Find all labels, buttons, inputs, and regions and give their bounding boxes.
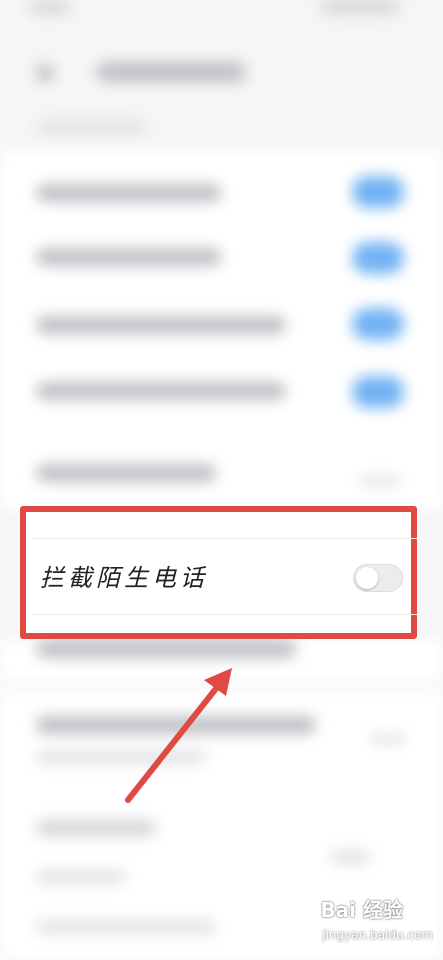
blurred-settings-background [0,0,443,960]
block-unknown-calls-row[interactable]: 拦截陌生电话 [40,558,403,598]
pointer-arrow-icon [125,668,232,803]
block-unknown-calls-toggle[interactable] [353,564,403,592]
highlight-box: 拦截陌生电话 [20,506,417,639]
baidu-jingyan-watermark: Bai 经验 jingyan.baidu.com [283,894,433,954]
block-unknown-calls-label: 拦截陌生电话 [40,564,208,592]
watermark-url: jingyan.baidu.com [322,928,433,942]
toggle-knob [356,567,378,589]
watermark-logo: Bai 经验 [320,898,403,922]
divider [32,538,417,539]
divider [32,614,417,615]
